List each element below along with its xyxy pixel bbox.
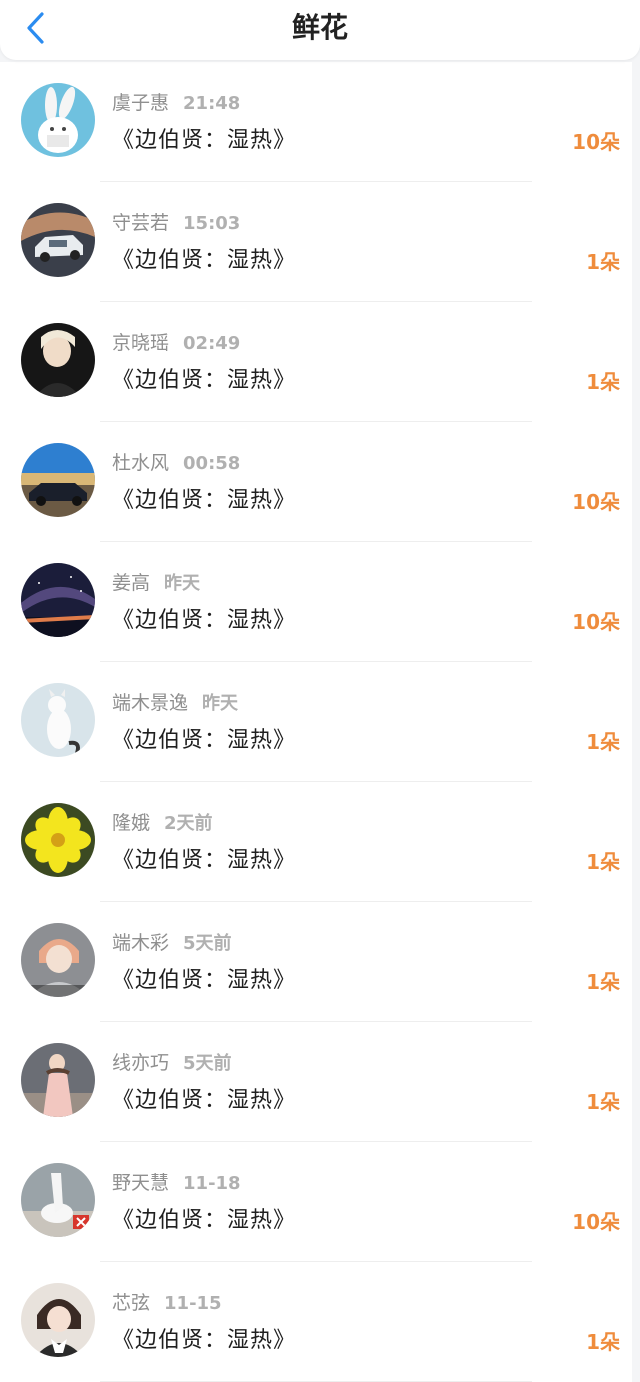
flower-amount: 10朵 (572, 1210, 620, 1234)
flower-amount: 1朵 (586, 850, 620, 874)
avatar[interactable] (21, 1043, 95, 1117)
timestamp: 00:58 (183, 453, 241, 474)
avatar[interactable] (21, 203, 95, 277)
book-title: 《边伯贤：湿热》 (112, 848, 297, 873)
timestamp: 5天前 (183, 1053, 232, 1074)
book-title: 《边伯贤：湿热》 (112, 128, 297, 153)
user-name: 京晓瑶 02:49 (112, 332, 241, 354)
list-item[interactable]: 隆娥 2天前 《边伯贤：湿热》 1朵 (0, 782, 632, 902)
book-title: 《边伯贤：湿热》 (112, 1208, 297, 1233)
avatar[interactable] (21, 1163, 95, 1237)
flower-amount: 10朵 (572, 130, 620, 154)
avatar[interactable] (21, 803, 95, 877)
avatar[interactable] (21, 563, 95, 637)
book-title: 《边伯贤：湿热》 (112, 1088, 297, 1113)
user-name: 杜水风 00:58 (112, 452, 241, 474)
timestamp: 21:48 (183, 93, 241, 114)
user-name: 端木彩 5天前 (112, 932, 232, 954)
list-item[interactable]: 芯弦 11-15 《边伯贤：湿热》 1朵 (0, 1262, 632, 1382)
list-item[interactable]: 端木彩 5天前 《边伯贤：湿热》 1朵 (0, 902, 632, 1022)
timestamp: 15:03 (183, 213, 241, 234)
user-name: 隆娥 2天前 (112, 812, 213, 834)
book-title: 《边伯贤：湿热》 (112, 728, 297, 753)
flower-amount: 1朵 (586, 970, 620, 994)
timestamp: 昨天 (202, 693, 239, 714)
avatar[interactable] (21, 683, 95, 757)
timestamp: 11-15 (164, 1293, 222, 1314)
book-title: 《边伯贤：湿热》 (112, 368, 297, 393)
book-title: 《边伯贤：湿热》 (112, 1328, 297, 1353)
user-name: 端木景逸 昨天 (112, 692, 239, 714)
flower-amount: 10朵 (572, 490, 620, 514)
flower-amount: 1朵 (586, 730, 620, 754)
avatar[interactable] (21, 443, 95, 517)
flower-amount: 1朵 (586, 370, 620, 394)
user-name: 野天慧 11-18 (112, 1172, 241, 1194)
list-item[interactable]: 杜水风 00:58 《边伯贤：湿热》 10朵 (0, 422, 632, 542)
timestamp: 02:49 (183, 333, 241, 354)
book-title: 《边伯贤：湿热》 (112, 488, 297, 513)
timestamp: 11-18 (183, 1173, 241, 1194)
user-name: 姜高 昨天 (112, 572, 201, 594)
list-item[interactable]: 姜高 昨天 《边伯贤：湿热》 10朵 (0, 542, 632, 662)
user-name: 虞子惠 21:48 (112, 92, 241, 114)
flower-amount: 10朵 (572, 610, 620, 634)
avatar[interactable] (21, 323, 95, 397)
flower-amount: 1朵 (586, 1090, 620, 1114)
flower-amount: 1朵 (586, 1330, 620, 1354)
avatar[interactable] (21, 923, 95, 997)
top-bar: 鲜花 (0, 0, 640, 60)
timestamp: 昨天 (164, 573, 201, 594)
flower-gift-list: 虞子惠 21:48 《边伯贤：湿热》 10朵 守芸若 15:03 《边伯贤：湿热》 … (0, 62, 632, 1382)
avatar[interactable] (21, 1283, 95, 1357)
avatar[interactable] (21, 83, 95, 157)
list-item[interactable]: 虞子惠 21:48 《边伯贤：湿热》 10朵 (0, 62, 632, 182)
list-item[interactable]: 端木景逸 昨天 《边伯贤：湿热》 1朵 (0, 662, 632, 782)
book-title: 《边伯贤：湿热》 (112, 608, 297, 633)
user-name: 守芸若 15:03 (112, 212, 241, 234)
timestamp: 5天前 (183, 933, 232, 954)
book-title: 《边伯贤：湿热》 (112, 248, 297, 273)
book-title: 《边伯贤：湿热》 (112, 968, 297, 993)
page-title: 鲜花 (291, 11, 348, 44)
list-item[interactable]: 线亦巧 5天前 《边伯贤：湿热》 1朵 (0, 1022, 632, 1142)
list-item[interactable]: 守芸若 15:03 《边伯贤：湿热》 1朵 (0, 182, 632, 302)
timestamp: 2天前 (164, 813, 213, 834)
user-name: 线亦巧 5天前 (112, 1052, 232, 1074)
list-item[interactable]: 野天慧 11-18 《边伯贤：湿热》 10朵 (0, 1142, 632, 1262)
flower-amount: 1朵 (586, 250, 620, 274)
user-name: 芯弦 11-15 (112, 1292, 222, 1314)
list-item[interactable]: 京晓瑶 02:49 《边伯贤：湿热》 1朵 (0, 302, 632, 422)
